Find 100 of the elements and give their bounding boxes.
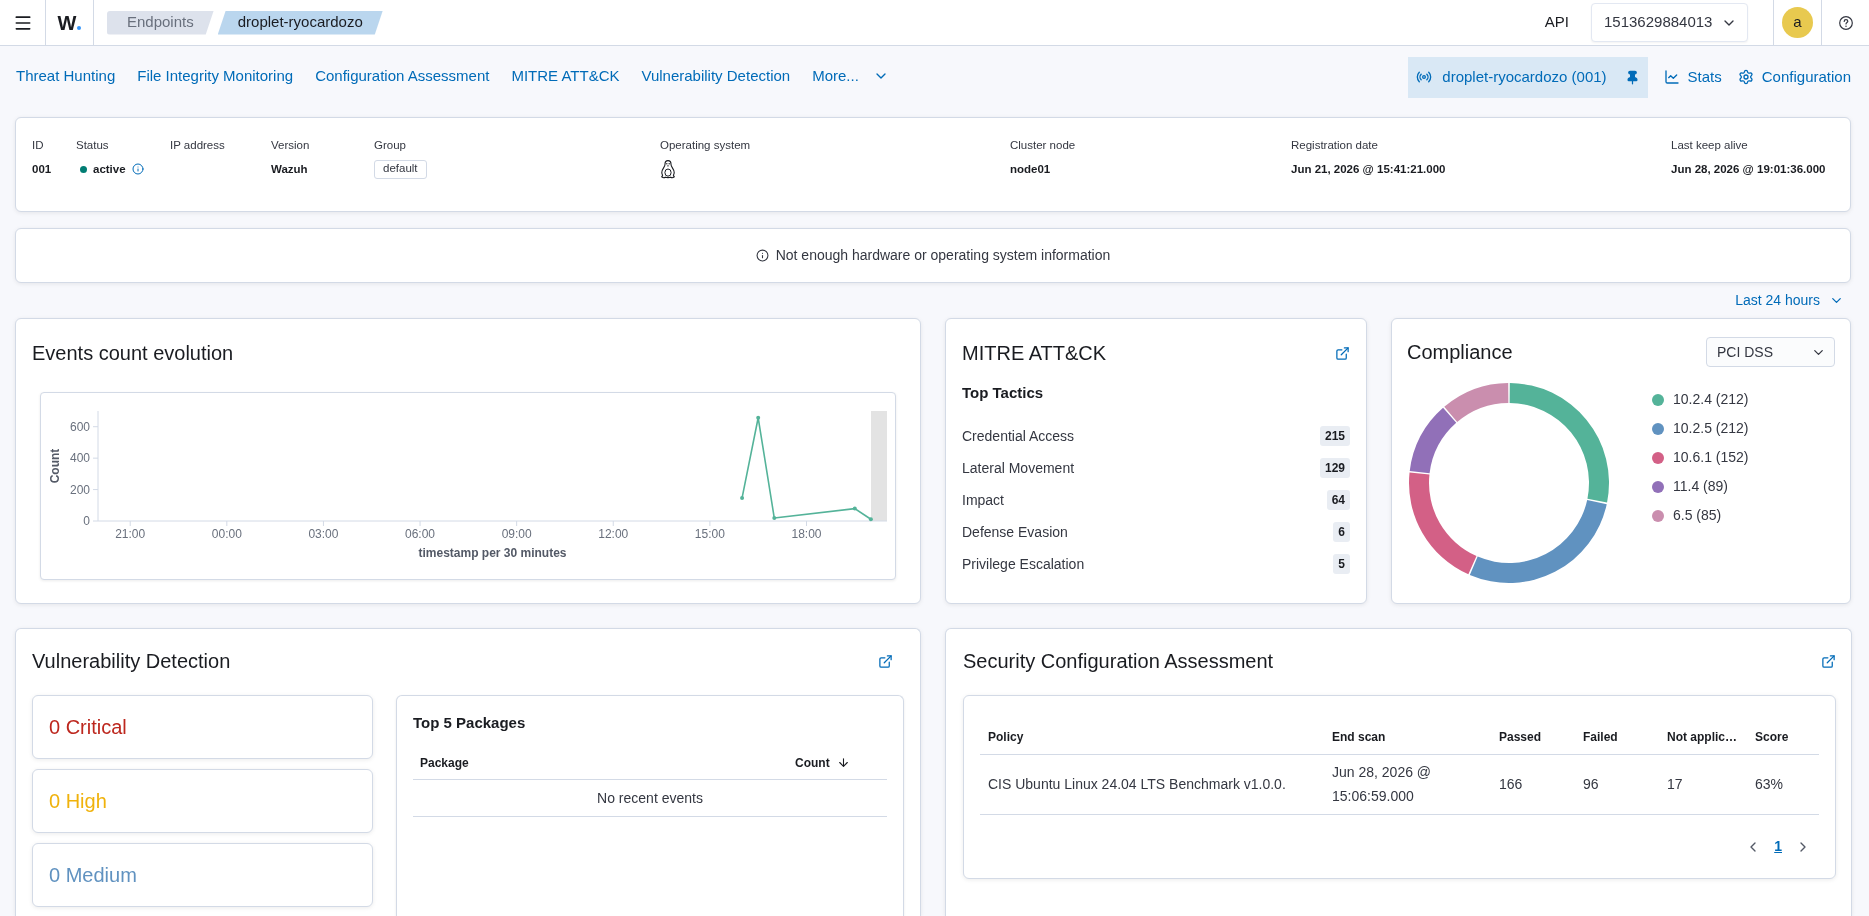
- tactic-name[interactable]: Privilege Escalation: [962, 553, 1085, 575]
- severity-count: 0 High: [49, 789, 107, 814]
- help-icon: [1838, 15, 1853, 30]
- x-tick-label: 03:00: [308, 527, 339, 541]
- info-icon[interactable]: [131, 163, 144, 175]
- tactic-name[interactable]: Lateral Movement: [962, 457, 1075, 479]
- legend-label[interactable]: 10.2.4 (212): [1673, 389, 1749, 410]
- info-icon: [755, 249, 769, 262]
- broadcast-icon: [1416, 69, 1433, 85]
- x-tick-label: 06:00: [405, 527, 436, 541]
- field-label: Group: [374, 138, 407, 152]
- tactic-count: 215: [1319, 426, 1350, 446]
- field-value: Jun 28, 2026 @ 19:01:36.000: [1671, 162, 1827, 176]
- api-selector[interactable]: 1513629884013: [1591, 3, 1748, 42]
- end-scan-date: Jun 28, 2026 @ 15:06:59.000: [1332, 764, 1432, 804]
- external-link-icon[interactable]: [878, 653, 893, 669]
- column-header[interactable]: Failed: [1583, 730, 1618, 745]
- external-link-icon[interactable]: [1821, 653, 1836, 669]
- field-label: Status: [76, 138, 110, 152]
- tactic-count: 6: [1333, 522, 1350, 542]
- data-point: [740, 495, 745, 500]
- field-label: ID: [32, 138, 45, 152]
- status-value: active: [93, 162, 126, 176]
- tactic-count: 64: [1326, 490, 1350, 510]
- stats-link[interactable]: Stats: [1663, 65, 1722, 89]
- column-header[interactable]: Policy: [988, 730, 1024, 745]
- field-label: Operating system: [660, 138, 752, 152]
- severity-count: 0 Medium: [49, 863, 137, 888]
- not-applicable-count: 17: [1667, 776, 1683, 792]
- breadcrumb[interactable]: Endpoints: [107, 10, 214, 35]
- chart-line-icon: [1663, 69, 1680, 85]
- legend-label[interactable]: 10.6.1 (152): [1673, 447, 1749, 468]
- settings-link[interactable]: Configuration: [1737, 65, 1851, 89]
- y-axis-title: Count: [48, 448, 62, 484]
- standard-selector[interactable]: PCI DSS: [1706, 337, 1835, 367]
- help-button[interactable]: [1838, 15, 1853, 30]
- card-title: MITRE ATT&CK: [962, 341, 1107, 366]
- y-tick-label: 600: [69, 419, 90, 434]
- data-point: [772, 516, 777, 520]
- column-header[interactable]: Passed: [1499, 730, 1542, 745]
- settings-icon: [1737, 69, 1754, 85]
- breadcrumb[interactable]: droplet-ryocardozo: [217, 10, 383, 35]
- legend-label[interactable]: 10.2.5 (212): [1673, 418, 1749, 439]
- field-value: Jun 21, 2026 @ 15:41:21.000: [1291, 162, 1447, 176]
- nav-tab[interactable]: MITRE ATT&CK: [511, 62, 620, 92]
- field-value: 001: [32, 162, 53, 176]
- y-tick-label: 400: [69, 451, 90, 466]
- nav-tab[interactable]: Configuration Assessment: [315, 62, 490, 92]
- policy-name: CIS Ubuntu Linux 24.04 LTS Benchmark v1.0.0.: [988, 776, 1286, 792]
- external-link-icon[interactable]: [1335, 345, 1350, 361]
- api-label: API: [1544, 12, 1569, 33]
- card-title: Events count evolution: [32, 341, 234, 366]
- nav-tab[interactable]: Vulnerability Detection: [641, 62, 791, 92]
- column-header[interactable]: Count: [795, 753, 850, 772]
- time-range-picker[interactable]: Last 24 hours: [1735, 290, 1844, 311]
- x-tick-label: 12:00: [598, 527, 629, 541]
- tactic-name[interactable]: Defense Evasion: [962, 521, 1068, 543]
- group-badge[interactable]: default: [374, 159, 427, 179]
- field-label: IP address: [170, 138, 226, 152]
- nav-tab[interactable]: More...: [812, 62, 889, 92]
- x-tick-label: 15:00: [694, 527, 725, 541]
- legend-label[interactable]: 6.5 (85): [1673, 505, 1722, 526]
- tactic-count: 129: [1319, 458, 1350, 478]
- tactic-name[interactable]: Credential Access: [962, 425, 1075, 447]
- page-link[interactable]: 1: [1770, 836, 1786, 857]
- nav-tab[interactable]: Threat Hunting: [16, 62, 116, 92]
- x-tick-label: 18:00: [791, 527, 822, 541]
- score-value: 63%: [1755, 776, 1784, 792]
- column-header[interactable]: Package: [420, 753, 469, 772]
- panel-title: Top 5 Packages: [413, 713, 526, 733]
- field-label: Registration date: [1291, 138, 1379, 152]
- field-label: Last keep alive: [1671, 138, 1749, 152]
- column-header[interactable]: End scan: [1332, 730, 1386, 745]
- tactic-name[interactable]: Impact: [962, 489, 1004, 511]
- column-header[interactable]: Score: [1755, 730, 1789, 745]
- y-tick-label: 200: [69, 482, 90, 497]
- x-tick-label: 21:00: [115, 527, 146, 541]
- card-title: Vulnerability Detection: [32, 649, 231, 674]
- field-label: Version: [271, 138, 311, 152]
- x-axis-title: timestamp per 30 minutes: [418, 546, 567, 560]
- notice-text: Not enough hardware or operating system information: [775, 246, 1111, 265]
- penguin-icon: [660, 159, 676, 179]
- card-title: Security Configuration Assessment: [963, 649, 1274, 674]
- field-value: node01: [1010, 162, 1052, 176]
- severity-count: 0 Critical: [49, 715, 127, 740]
- legend-label[interactable]: 11.4 (89): [1673, 476, 1728, 497]
- y-tick-label: 0: [83, 514, 90, 528]
- passed-count: 166: [1499, 776, 1523, 792]
- data-point: [756, 415, 761, 420]
- user-avatar[interactable]: a: [1782, 7, 1813, 38]
- column-header[interactable]: Not applic…: [1667, 730, 1737, 745]
- failed-count: 96: [1583, 776, 1599, 792]
- data-point: [852, 506, 857, 511]
- field-label: Cluster node: [1010, 138, 1077, 152]
- card-title: Compliance: [1407, 340, 1513, 365]
- data-point: [868, 517, 873, 522]
- agent-button[interactable]: droplet-ryocardozo (001): [1408, 56, 1648, 98]
- nav-tab[interactable]: File Integrity Monitoring: [137, 62, 294, 92]
- x-tick-label: 09:00: [501, 527, 532, 541]
- field-value: Wazuh: [271, 162, 309, 176]
